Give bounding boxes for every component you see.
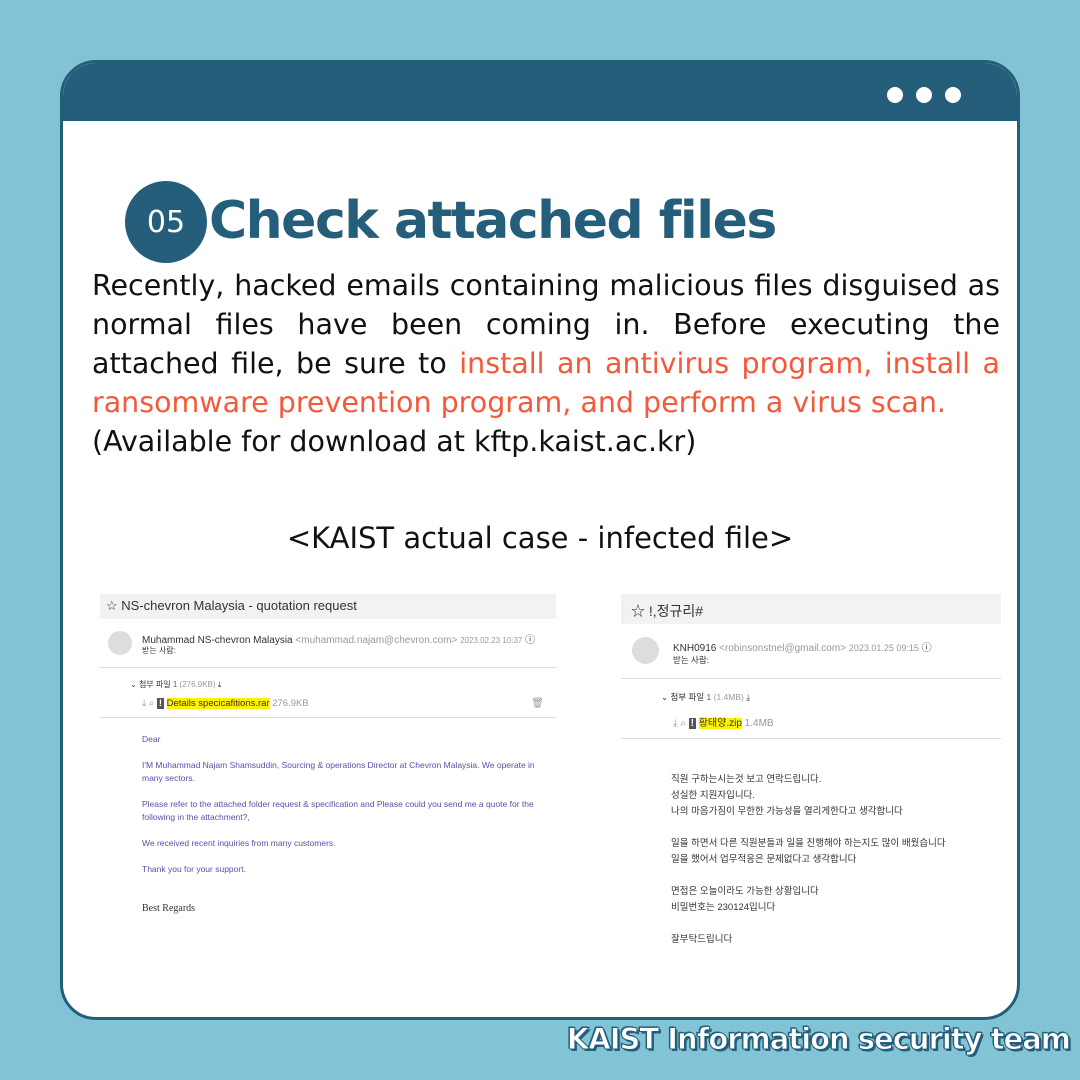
attachment-file[interactable]: Details specicafitions.rar	[166, 698, 270, 709]
avatar	[108, 631, 132, 655]
email-screenshot-1: ☆ NS-chevron Malaysia - quotation reques…	[100, 594, 556, 934]
avatar	[632, 637, 659, 664]
email-screenshot-2: ☆ !,정규리# KNH0916 <robinsonstnel@gmail.co…	[621, 594, 1001, 954]
caption: <KAIST actual case - infected file>	[286, 521, 794, 555]
trash-icon[interactable]: 🗑	[531, 698, 544, 709]
sender-line: KNH0916 <robinsonstnel@gmail.com> 2023.0…	[673, 643, 932, 654]
email-subject: ☆ !,정규리#	[621, 594, 1001, 624]
email-body: Dear I'M Muhammad Najam Shamsuddin, Sour…	[142, 734, 535, 914]
email-body: 직원 구하는시는것 보고 연락드립니다. 성실한 지원자입니다. 나의 마음가짐이 …	[671, 774, 946, 945]
window-title-bar	[63, 63, 1017, 121]
page-title: Check attached files	[209, 191, 777, 251]
subject-text: NS-chevron Malaysia - quotation request	[121, 598, 357, 613]
sender-address: <muhammad.najam@chevron.com>	[295, 635, 458, 646]
footer-brand: KAIST Information security team	[566, 1022, 1071, 1057]
download-note: (Available for download at kftp.kaist.ac…	[92, 425, 697, 458]
dot-icon	[945, 87, 961, 103]
recipient-label: 받는 사람:	[673, 655, 710, 665]
attachment-row[interactable]: ⤓ ⌕ ! Details specicafitions.rar 276.9KB	[142, 698, 309, 709]
attachment-file[interactable]: 황태양.zip	[698, 718, 742, 729]
dot-icon	[916, 87, 932, 103]
email-subject: ☆ NS-chevron Malaysia - quotation reques…	[100, 594, 556, 619]
attachment-row[interactable]: ⤓ ⌕ ! 황태양.zip 1.4MB	[673, 714, 774, 729]
date: 2023.02.23 10:37	[460, 636, 523, 645]
recipient-label: 받는 사람:	[142, 646, 176, 655]
section-number: 05	[125, 181, 207, 263]
sender-line: Muhammad NS-chevron Malaysia <muhammad.n…	[142, 635, 536, 646]
attachment-header[interactable]: ⌄ 첨부 파일 1 (276.9KB) ⤓	[130, 679, 221, 690]
dot-icon	[887, 87, 903, 103]
description: Recently, hacked emails containing malic…	[92, 266, 1000, 461]
attachment-header[interactable]: ⌄ 첨부 파일 1 (1.4MB) ⤓	[661, 691, 750, 703]
card: 05 Check attached files Recently, hacked…	[60, 60, 1020, 1020]
